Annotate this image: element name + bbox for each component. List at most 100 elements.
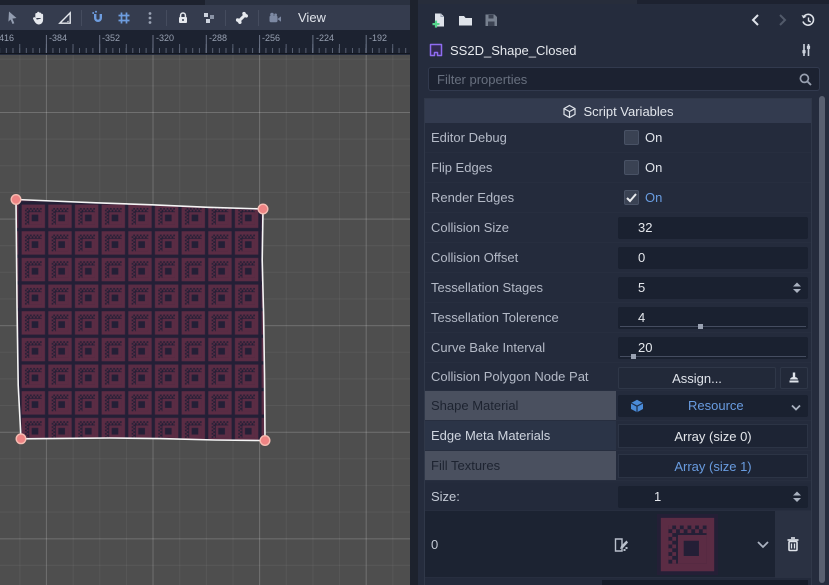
slider-grabber[interactable] (631, 354, 636, 359)
ruler-label: -384 (49, 33, 67, 43)
delete-item-cell[interactable] (775, 511, 811, 578)
ruler-icon[interactable] (52, 7, 78, 29)
property-label: Collision Polygon Node Pat (431, 363, 589, 390)
property-label: Edge Meta Materials (431, 421, 550, 450)
script-variables-icon (562, 104, 577, 119)
edit-resource-icon[interactable] (613, 537, 629, 553)
scrollbar-thumb[interactable] (819, 96, 825, 583)
camera-icon[interactable] (262, 7, 288, 29)
property-label: Curve Bake Interval (431, 333, 545, 362)
view-menu[interactable]: View (288, 7, 336, 29)
grid-snap-icon[interactable] (111, 7, 137, 29)
number-field[interactable]: 5 (618, 277, 808, 299)
snap-magnet-icon[interactable] (85, 7, 111, 29)
property-label: Tessellation Tolerence (431, 303, 559, 332)
property-label: Collision Offset (431, 243, 518, 272)
partial-next-row (425, 578, 811, 585)
checkbox-unchecked[interactable] (624, 130, 639, 145)
history-icon[interactable] (795, 8, 821, 32)
property-row-edge-meta-materials: Edge Meta Materials Array (size 0) (425, 421, 811, 451)
property-row-collision-offset: Collision Offset 0 (425, 243, 811, 273)
property-label: Tessellation Stages (431, 273, 543, 302)
edited-object-row: SS2D_Shape_Closed (418, 36, 829, 64)
shape-node-icon (428, 42, 444, 58)
ruler-label: -192 (369, 33, 387, 43)
horizontal-ruler: -416 -384 -352 -320 -288 -256 -224 -192 (0, 30, 410, 54)
checkbox-label: On (645, 160, 662, 175)
array-size-row: Size: 1 (425, 483, 811, 511)
load-resource-icon[interactable] (452, 8, 478, 32)
script-variables-header[interactable]: Script Variables (425, 99, 811, 123)
ruler-label: -224 (316, 33, 334, 43)
history-forward-icon[interactable] (769, 8, 795, 32)
spin-updown-icon[interactable] (792, 282, 802, 294)
checkbox-label: On (645, 190, 662, 205)
resource-dropdown[interactable]: Resource (618, 395, 808, 417)
canvas[interactable] (0, 55, 410, 585)
number-field[interactable]: 32 (618, 217, 808, 239)
2d-viewport: View -416 -384 -352 -320 -288 -256 -224 … (0, 0, 410, 585)
checkbox-label: On (645, 130, 662, 145)
checkbox-checked[interactable] (624, 190, 639, 205)
slider-field[interactable]: 20 (618, 337, 808, 359)
property-row-tessellation-stages: Tessellation Stages 5 (425, 273, 811, 303)
ruler-label: -352 (102, 33, 120, 43)
check-icon (625, 191, 638, 204)
cube-resource-icon (630, 399, 644, 413)
property-row-fill-textures: Fill Textures Array (size 1) (425, 451, 811, 481)
property-row-collision-size: Collision Size 32 (425, 213, 811, 243)
inspector-panel: SS2D_Shape_Closed Script Variables Edito… (418, 0, 829, 585)
search-icon (798, 72, 813, 87)
property-row-curve-bake-interval: Curve Bake Interval 20 (425, 333, 811, 363)
fill-textures-array-button[interactable]: Array (size 1) (618, 454, 808, 478)
chevron-down-icon (790, 403, 802, 413)
edge-meta-array-button[interactable]: Array (size 0) (618, 424, 808, 448)
lock-icon[interactable] (170, 7, 196, 29)
filter-properties-box[interactable] (428, 67, 820, 91)
object-properties-icon[interactable] (793, 38, 819, 62)
resource-toolbar (418, 4, 829, 36)
property-label: Editor Debug (431, 123, 507, 152)
number-field[interactable]: 0 (618, 247, 808, 269)
chevron-down-icon[interactable] (756, 539, 770, 550)
property-row-shape-material: Shape Material Resource (425, 391, 811, 421)
property-row-tessellation-tolerence: Tessellation Tolerence 4 (425, 303, 811, 333)
kebab-menu-icon[interactable] (137, 7, 163, 29)
select-tool-icon[interactable] (0, 7, 26, 29)
shape-drawing (0, 55, 410, 585)
array-size-field[interactable]: 1 (618, 486, 808, 508)
array-item-index: 0 (431, 511, 438, 577)
array-item-row: 0 (425, 511, 811, 578)
edited-object-name: SS2D_Shape_Closed (450, 43, 793, 58)
dock-splitter[interactable] (410, 0, 418, 585)
bone-icon[interactable] (229, 7, 255, 29)
new-resource-icon[interactable] (426, 8, 452, 32)
save-resource-icon[interactable] (478, 8, 504, 32)
slider-track (620, 326, 806, 327)
property-label: Render Edges (431, 183, 514, 212)
property-row-render-edges: Render Edges On (425, 183, 811, 213)
ruler-label: -416 (0, 33, 14, 43)
spin-updown-icon[interactable] (792, 491, 802, 503)
array-size-label: Size: (431, 483, 460, 510)
checkbox-unchecked[interactable] (624, 160, 639, 175)
pan-icon[interactable] (26, 7, 52, 29)
property-label: Flip Edges (431, 153, 492, 182)
fill-texture-preview[interactable] (657, 514, 718, 575)
property-row-flip-edges: Flip Edges On (425, 153, 811, 183)
ruler-label: -320 (156, 33, 174, 43)
slider-track (620, 356, 806, 357)
clear-nodepath-button[interactable] (780, 367, 808, 389)
stamp-clear-icon (787, 371, 801, 385)
slider-field[interactable]: 4 (618, 307, 808, 329)
assign-nodepath-button[interactable]: Assign... (618, 367, 776, 389)
property-row-collision-polygon-node-path: Collision Polygon Node Pat Assign... (425, 363, 811, 391)
ruler-label: -288 (209, 33, 227, 43)
filter-properties-input[interactable] (435, 71, 798, 88)
inspector-scrollbar[interactable] (819, 96, 825, 583)
group-icon[interactable] (196, 7, 222, 29)
history-back-icon[interactable] (743, 8, 769, 32)
property-label: Shape Material (431, 391, 518, 420)
slider-grabber[interactable] (698, 324, 703, 329)
closed-shape-polygon (16, 200, 265, 441)
